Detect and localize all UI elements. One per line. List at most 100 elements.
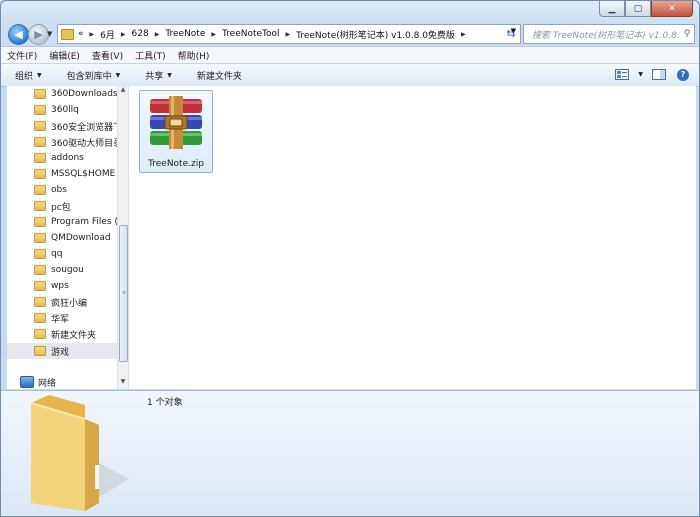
forward-arrow-icon: ▶	[34, 28, 43, 41]
tree-item-label: 新建文件夹	[51, 330, 97, 341]
menu-tools[interactable]: 工具(T)	[129, 49, 172, 62]
chevron-right-icon[interactable]: ▶	[155, 31, 160, 38]
folder-icon	[34, 233, 46, 243]
scroll-up-icon[interactable]: ▲	[119, 86, 127, 96]
new-folder-label: 新建文件夹	[196, 71, 242, 82]
folder-icon	[34, 89, 46, 99]
organize-button[interactable]: 组织 ▼	[1, 69, 53, 82]
tree-item-folder[interactable]: Program Files (x	[7, 214, 117, 230]
tree-item-folder[interactable]: sougou	[7, 262, 117, 278]
refresh-icon: ⇆	[506, 26, 516, 40]
folder-icon	[34, 217, 46, 227]
chevron-down-icon: ▼	[167, 71, 172, 79]
scroll-down-icon[interactable]: ▼	[119, 378, 127, 388]
folder-icon	[34, 137, 46, 147]
breadcrumb-overflow[interactable]: «	[78, 29, 84, 39]
tree-item-folder[interactable]: addons	[7, 150, 117, 166]
tree-item-folder[interactable]: QMDownload	[7, 230, 117, 246]
chevron-right-icon[interactable]: ▶	[211, 31, 216, 38]
address-bar[interactable]: « ▶ 6月 ▶ 628 ▶ TreeNote ▶ TreeNoteTool ▶…	[57, 24, 521, 44]
tree-item-folder[interactable]: wps	[7, 278, 117, 294]
folder-icon	[30, 395, 129, 511]
share-button[interactable]: 共享 ▼	[131, 69, 183, 82]
menu-edit[interactable]: 编辑(E)	[43, 49, 86, 62]
folder-icon	[34, 105, 46, 115]
grip-icon: ≡	[122, 290, 127, 296]
tree-item-folder[interactable]: 360驱动大师目录	[7, 134, 117, 150]
back-arrow-icon: ◀	[14, 28, 23, 41]
new-folder-button[interactable]: 新建文件夹	[183, 69, 253, 82]
search-input[interactable]: 搜索 TreeNote(树形笔记本) v1.0.8.0... ⚲	[523, 24, 695, 44]
tree-item-label: 360llq	[51, 105, 79, 115]
explorer-window: ▁ ▢ ✕ ◀ ▶ ▼ « ▶ 6月 ▶ 628 ▶ TreeNote ▶ Tr…	[0, 0, 700, 517]
item-count: 1 个对象	[147, 398, 183, 408]
minimize-button[interactable]: ▁	[599, 1, 625, 17]
tree-item-label: 360Downloads	[51, 89, 117, 99]
change-view-button[interactable]	[614, 67, 630, 82]
menu-file[interactable]: 文件(F)	[1, 49, 43, 62]
tree-item-selected[interactable]: 游戏	[7, 343, 117, 359]
tree-item-folder[interactable]: qq	[7, 246, 117, 262]
folder-icon	[34, 169, 46, 179]
navigation-pane: 360Downloads 360llq 360安全浏览器下 360驱动大师目录 …	[7, 86, 117, 389]
folder-icon	[61, 28, 74, 40]
chevron-right-icon[interactable]: ▶	[461, 31, 466, 38]
tree-item-folder[interactable]: MSSQL$HOME	[7, 166, 117, 182]
details-pane: 1 个对象	[1, 390, 699, 516]
tree-item-folder[interactable]: pc包	[7, 198, 117, 214]
winrar-archive-icon	[150, 96, 202, 149]
tree-item-folder[interactable]: 360安全浏览器下	[7, 118, 117, 134]
tree-item-label: pc包	[51, 202, 71, 213]
tree-item-network[interactable]: 网络	[7, 374, 117, 389]
breadcrumb-item[interactable]: TreeNote	[165, 29, 205, 39]
file-name: TreeNote.zip	[148, 159, 204, 169]
tree-item-label: sougou	[51, 265, 84, 275]
breadcrumb-item[interactable]: TreeNoteTool	[222, 29, 280, 39]
chevron-right-icon[interactable]: ▶	[286, 31, 291, 38]
breadcrumb-item[interactable]: 6月	[100, 28, 115, 41]
tree-item-label: obs	[51, 185, 67, 195]
close-button[interactable]: ✕	[651, 1, 693, 17]
network-icon	[20, 376, 34, 388]
tree-item-label: qq	[51, 249, 63, 259]
folder-icon	[34, 329, 46, 339]
navigation-pane-scrollbar[interactable]: ▲ ≡ ▼	[117, 86, 128, 389]
menu-view[interactable]: 查看(V)	[86, 49, 129, 62]
file-list: TreeNote.zip	[128, 86, 696, 389]
navigation-bar: ◀ ▶ ▼ « ▶ 6月 ▶ 628 ▶ TreeNote ▶ TreeNote…	[1, 22, 699, 46]
folder-icon	[34, 201, 46, 211]
chevron-right-icon[interactable]: ▶	[121, 31, 126, 38]
forward-button[interactable]: ▶	[28, 24, 49, 45]
tree-item-label: 游戏	[51, 347, 70, 358]
tree-item-label: 360安全浏览器下	[51, 122, 117, 133]
file-item[interactable]: TreeNote.zip	[139, 90, 213, 173]
preview-pane-button[interactable]	[651, 67, 667, 82]
tree-item-folder[interactable]: 360Downloads	[7, 86, 117, 102]
scrollbar-thumb[interactable]: ≡	[119, 225, 128, 362]
tree-item-label: 华军	[51, 314, 70, 325]
maximize-button[interactable]: ▢	[625, 1, 651, 17]
back-button[interactable]: ◀	[8, 24, 29, 45]
refresh-button[interactable]: ⇆	[503, 24, 519, 42]
share-label: 共享	[145, 71, 164, 82]
chevron-down-icon: ▼	[115, 71, 121, 79]
menu-bar: 文件(F) 编辑(E) 查看(V) 工具(T) 帮助(H)	[1, 46, 699, 63]
tree-item-folder[interactable]: obs	[7, 182, 117, 198]
tree-item-folder[interactable]: 新建文件夹	[7, 326, 117, 342]
help-button[interactable]: ?	[675, 67, 691, 82]
tree-item-folder[interactable]: 疯狂小编	[7, 294, 117, 310]
chevron-right-icon[interactable]: ▶	[90, 31, 95, 38]
caption-buttons: ▁ ▢ ✕	[599, 1, 693, 17]
recent-pages-dropdown[interactable]: ▼	[47, 30, 52, 38]
include-in-library-button[interactable]: 包含到库中 ▼	[53, 69, 132, 82]
tree-item-folder[interactable]: 华军	[7, 310, 117, 326]
folder-icon	[34, 297, 46, 307]
search-icon[interactable]: ⚲	[680, 29, 694, 39]
organize-label: 组织	[15, 71, 34, 82]
menu-help[interactable]: 帮助(H)	[172, 49, 216, 62]
tree-item-folder[interactable]: 360llq	[7, 102, 117, 118]
breadcrumb-item[interactable]: 628	[132, 29, 149, 39]
help-icon: ?	[677, 68, 689, 81]
breadcrumb-item[interactable]: TreeNote(树形笔记本) v1.0.8.0免费版	[296, 28, 455, 41]
view-dropdown-icon[interactable]: ▼	[638, 71, 643, 78]
